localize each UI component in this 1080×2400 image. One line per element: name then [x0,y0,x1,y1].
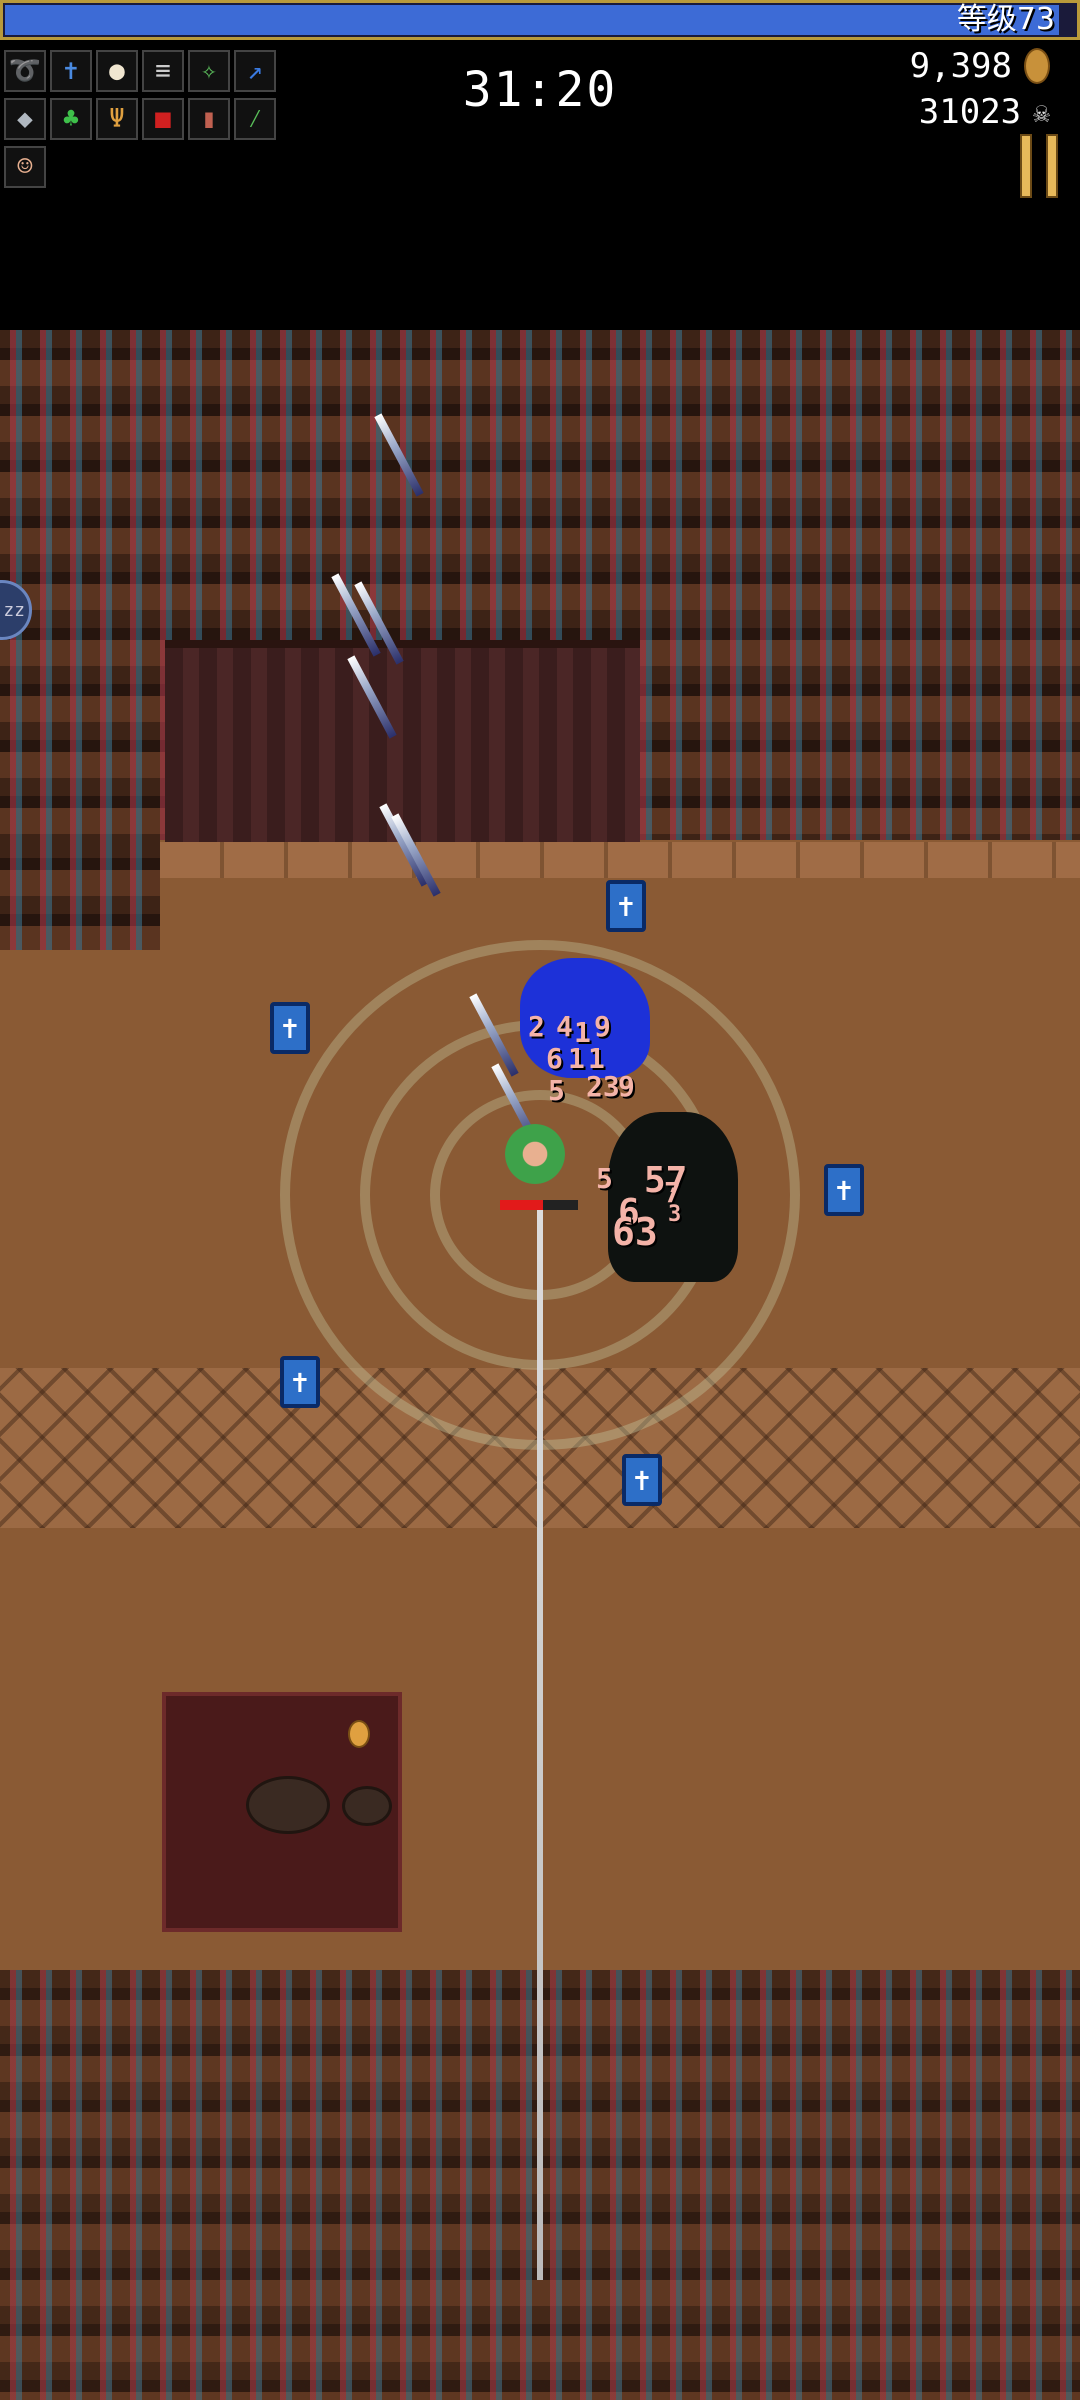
damage-number: 23 [586,1070,620,1103]
bible-projectile: ✝ [270,1002,310,1054]
damage-number: 2 [528,1010,545,1043]
damage-number: 5 [548,1074,565,1107]
player-character [505,1124,565,1184]
damage-number: 63 [612,1210,658,1254]
pause-bar-left [1020,134,1032,198]
pause-bar-right [1046,134,1058,198]
damage-number: 9 [594,1010,611,1043]
bible-projectile: ✝ [824,1164,864,1216]
kill-value: 31023 [918,92,1022,132]
damage-number: 9 [618,1070,635,1103]
damage-number: 3 [668,1202,682,1227]
bible-projectile: ✝ [622,1454,662,1506]
player-health-fill [500,1200,543,1210]
stool [342,1786,392,1826]
experience-bar-fill [5,5,1059,35]
gold-counter: 9,398 [910,46,1050,86]
character-slot: ☺ [4,146,46,188]
skull-icon: ☠ [1033,95,1050,129]
coin-icon [1024,48,1050,84]
experience-bar: 等级73 [0,0,1080,40]
level-label: 等级73 [956,2,1055,37]
coin-pickup [348,1720,370,1748]
bookshelves-left [0,840,160,950]
kill-counter: 31023 ☠ [919,92,1050,132]
gold-value: 9,398 [909,46,1012,86]
floor-border-top [160,842,1080,878]
table [246,1776,330,1834]
bible-projectile: ✝ [606,880,646,932]
character-portrait-icon: ☺ [4,146,46,188]
player-health-bar [500,1200,578,1210]
game-world[interactable]: ✝ ✝ ✝ ✝ ✝ 2 4 1 9 6 1 1 5 23 9 57 5 7 6 … [0,330,1080,2400]
damage-number: 6 [546,1042,563,1075]
bible-projectile: ✝ [280,1356,320,1408]
damage-number: 4 [556,1010,573,1043]
laser-beam [537,1210,543,2280]
damage-number: 5 [596,1162,613,1195]
pause-button[interactable] [1020,134,1058,198]
damage-number: 1 [568,1042,585,1075]
